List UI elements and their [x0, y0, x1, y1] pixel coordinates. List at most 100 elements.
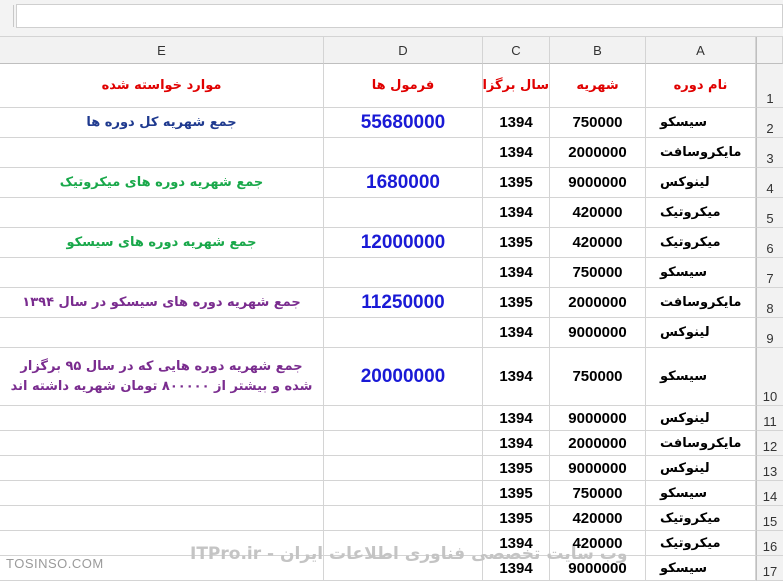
- row-header[interactable]: 16: [756, 531, 783, 556]
- cell-formula-result[interactable]: 12000000: [324, 228, 483, 258]
- cell-request-empty[interactable]: [0, 198, 324, 228]
- cell-course-name[interactable]: سیسکو: [646, 556, 756, 581]
- cell-request[interactable]: جمع شهریه دوره های سیسکو: [0, 228, 324, 258]
- cell-fee[interactable]: 420000: [550, 506, 646, 531]
- cell-formula-result[interactable]: 11250000: [324, 288, 483, 318]
- cell-fee[interactable]: 9000000: [550, 556, 646, 581]
- cell-request-empty[interactable]: [0, 258, 324, 288]
- cell-formula-result[interactable]: 20000000: [324, 348, 483, 406]
- row-header[interactable]: 1: [756, 64, 783, 108]
- row-header[interactable]: 10: [756, 348, 783, 406]
- cell-request-empty[interactable]: [0, 318, 324, 348]
- cell-formula-result[interactable]: 1680000: [324, 168, 483, 198]
- cell-fee[interactable]: 420000: [550, 228, 646, 258]
- row-header[interactable]: 15: [756, 506, 783, 531]
- cell-fee[interactable]: 9000000: [550, 406, 646, 431]
- cell-formula-empty[interactable]: [324, 556, 483, 581]
- cell-fee[interactable]: 420000: [550, 531, 646, 556]
- cell-year[interactable]: 1394: [483, 318, 550, 348]
- cell-fee[interactable]: 750000: [550, 258, 646, 288]
- cell-year[interactable]: 1394: [483, 431, 550, 456]
- cell-formula-empty[interactable]: [324, 481, 483, 506]
- cell-formula-empty[interactable]: [324, 456, 483, 481]
- cell-formula-empty[interactable]: [324, 431, 483, 456]
- cell-year[interactable]: 1394: [483, 258, 550, 288]
- row-header[interactable]: 4: [756, 168, 783, 198]
- row-header[interactable]: 13: [756, 456, 783, 481]
- cell-course-name[interactable]: مایکروسافت: [646, 138, 756, 168]
- header-cell-year[interactable]: سال برگزاری: [483, 64, 550, 108]
- cell-request-empty[interactable]: [0, 481, 324, 506]
- column-header-a[interactable]: A: [646, 37, 756, 64]
- row-header[interactable]: 17: [756, 556, 783, 581]
- cell-course-name[interactable]: سیسکو: [646, 348, 756, 406]
- cell-course-name[interactable]: میکروتیک: [646, 198, 756, 228]
- cell-course-name[interactable]: لینوکس: [646, 318, 756, 348]
- row-header[interactable]: 3: [756, 138, 783, 168]
- cell-request-empty[interactable]: [0, 456, 324, 481]
- row-header[interactable]: 6: [756, 228, 783, 258]
- cell-year[interactable]: 1394: [483, 138, 550, 168]
- cell-course-name[interactable]: سیسکو: [646, 108, 756, 138]
- cell-request-empty[interactable]: [0, 506, 324, 531]
- formula-input[interactable]: [16, 4, 783, 28]
- row-header[interactable]: 14: [756, 481, 783, 506]
- cell-year[interactable]: 1394: [483, 198, 550, 228]
- cell-fee[interactable]: 750000: [550, 108, 646, 138]
- cell-formula-empty[interactable]: [324, 258, 483, 288]
- row-header[interactable]: 8: [756, 288, 783, 318]
- cell-year[interactable]: 1395: [483, 506, 550, 531]
- cell-formula-empty[interactable]: [324, 531, 483, 556]
- cell-request-empty[interactable]: [0, 431, 324, 456]
- cell-course-name[interactable]: لینوکس: [646, 406, 756, 431]
- cell-fee[interactable]: 9000000: [550, 168, 646, 198]
- cell-formula-empty[interactable]: [324, 318, 483, 348]
- cell-fee[interactable]: 750000: [550, 348, 646, 406]
- cell-year[interactable]: 1395: [483, 481, 550, 506]
- cell-course-name[interactable]: لینوکس: [646, 168, 756, 198]
- cell-formula-empty[interactable]: [324, 506, 483, 531]
- cell-year[interactable]: 1394: [483, 108, 550, 138]
- cell-request-empty[interactable]: [0, 531, 324, 556]
- cell-course-name[interactable]: مایکروسافت: [646, 431, 756, 456]
- cell-fee[interactable]: 2000000: [550, 431, 646, 456]
- cell-formula-empty[interactable]: [324, 198, 483, 228]
- cell-course-name[interactable]: میکروتیک: [646, 228, 756, 258]
- cell-course-name[interactable]: میکروتیک: [646, 531, 756, 556]
- cell-course-name[interactable]: میکروتیک: [646, 506, 756, 531]
- column-header-c[interactable]: C: [483, 37, 550, 64]
- cell-fee[interactable]: 2000000: [550, 288, 646, 318]
- cell-request[interactable]: جمع شهریه دوره هایی که در سال ۹۵ برگزار …: [0, 348, 324, 406]
- header-cell-fee[interactable]: شهریه: [550, 64, 646, 108]
- cell-formula-result[interactable]: 55680000: [324, 108, 483, 138]
- row-header[interactable]: 12: [756, 431, 783, 456]
- cell-year[interactable]: 1395: [483, 168, 550, 198]
- cell-fee[interactable]: 2000000: [550, 138, 646, 168]
- cell-year[interactable]: 1395: [483, 456, 550, 481]
- cell-request-empty[interactable]: [0, 406, 324, 431]
- header-cell-course-name[interactable]: نام دوره: [646, 64, 756, 108]
- cell-year[interactable]: 1394: [483, 531, 550, 556]
- cell-year[interactable]: 1394: [483, 406, 550, 431]
- cell-year[interactable]: 1395: [483, 228, 550, 258]
- cell-fee[interactable]: 420000: [550, 198, 646, 228]
- row-header[interactable]: 2: [756, 108, 783, 138]
- column-header-e[interactable]: E: [0, 37, 324, 64]
- select-all-corner[interactable]: [756, 37, 783, 64]
- cell-fee[interactable]: 750000: [550, 481, 646, 506]
- header-cell-formulas[interactable]: فرمول ها: [324, 64, 483, 108]
- cell-course-name[interactable]: مایکروسافت: [646, 288, 756, 318]
- header-cell-requests[interactable]: موارد خواسته شده: [0, 64, 324, 108]
- column-header-d[interactable]: D: [324, 37, 483, 64]
- cell-request-empty[interactable]: [0, 138, 324, 168]
- cell-fee[interactable]: 9000000: [550, 456, 646, 481]
- cell-course-name[interactable]: سیسکو: [646, 258, 756, 288]
- column-header-b[interactable]: B: [550, 37, 646, 64]
- cell-year[interactable]: 1394: [483, 556, 550, 581]
- cell-year[interactable]: 1395: [483, 288, 550, 318]
- cell-formula-empty[interactable]: [324, 138, 483, 168]
- row-header[interactable]: 9: [756, 318, 783, 348]
- cell-request[interactable]: جمع شهریه دوره های میکروتیک: [0, 168, 324, 198]
- cell-formula-empty[interactable]: [324, 406, 483, 431]
- row-header[interactable]: 7: [756, 258, 783, 288]
